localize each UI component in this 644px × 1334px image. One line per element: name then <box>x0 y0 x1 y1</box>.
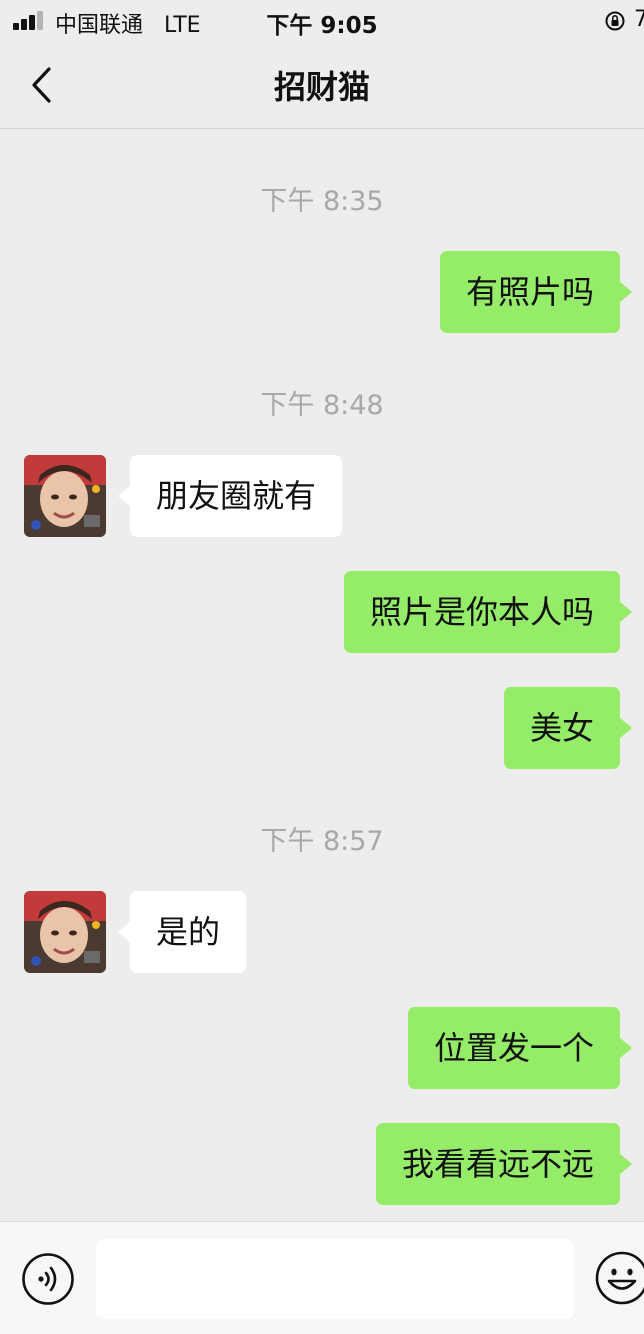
avatar-photo-icon <box>24 455 106 537</box>
sent-message-bubble[interactable]: 位置发一个 <box>407 1007 633 1089</box>
chat-title: 招财猫 <box>273 68 370 106</box>
emoji-button[interactable] <box>594 1250 644 1306</box>
received-message-bubble[interactable]: 是的 <box>117 891 247 973</box>
sent-message-bubble[interactable]: 我看看远不远 <box>375 1123 633 1205</box>
sent-message-bubble[interactable]: 美女 <box>503 687 633 769</box>
emoji-icon <box>595 1251 644 1305</box>
sent-message-bubble[interactable]: 有照片吗 <box>439 251 633 333</box>
chat-screen: 中国联通 LTE 下午 9:05 7 招财猫 下午 8:35 有照片吗 下午 8… <box>0 0 644 1334</box>
status-bar: 中国联通 LTE 下午 9:05 7 <box>0 0 644 40</box>
message-timestamp: 下午 8:35 <box>260 186 384 217</box>
input-bar <box>0 1221 644 1334</box>
battery-percent: 7 <box>634 7 644 32</box>
rotation-lock-icon <box>605 11 625 31</box>
message-timestamp: 下午 8:57 <box>260 826 384 857</box>
received-message-bubble[interactable]: 朋友圈就有 <box>117 455 343 537</box>
voice-icon <box>22 1253 74 1305</box>
nav-bar: 招财猫 <box>0 40 644 129</box>
message-list[interactable]: 下午 8:35 有照片吗 下午 8:48 朋友圈就有 照片是你本人吗 美女 下午… <box>0 129 644 1221</box>
status-time: 下午 9:05 <box>266 13 378 39</box>
message-timestamp: 下午 8:48 <box>260 390 384 421</box>
avatar-photo-icon <box>24 891 106 973</box>
voice-button[interactable] <box>21 1252 75 1306</box>
sent-message-bubble[interactable]: 照片是你本人吗 <box>343 571 633 653</box>
message-input[interactable] <box>96 1239 574 1319</box>
contact-avatar[interactable] <box>24 455 106 537</box>
contact-avatar[interactable] <box>24 891 106 973</box>
